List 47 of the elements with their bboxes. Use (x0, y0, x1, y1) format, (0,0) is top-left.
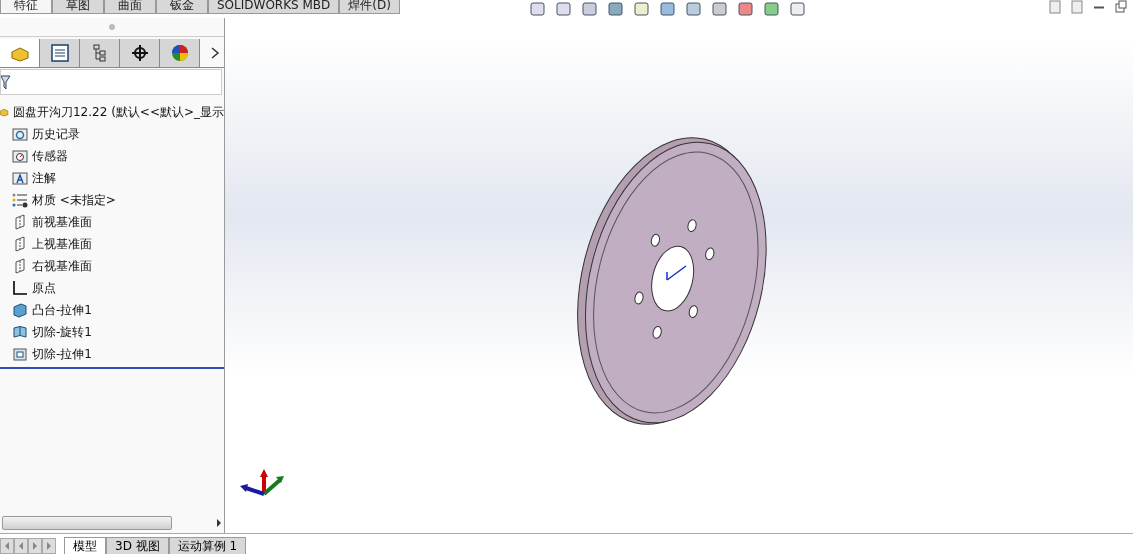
plane-icon (12, 214, 28, 230)
tree-item[interactable]: 凸台-拉伸1 (0, 299, 224, 321)
tree-item[interactable]: 右视基准面 (0, 255, 224, 277)
minimize-icon (1093, 5, 1105, 9)
tree-item[interactable]: 切除-拉伸1 (0, 343, 224, 365)
filter-icon (1, 74, 11, 90)
command-tab[interactable]: 焊件(D) (339, 0, 400, 14)
tree-item[interactable]: 历史记录 (0, 123, 224, 145)
tree-item[interactable]: 注解 (0, 167, 224, 189)
tree-item[interactable]: 原点 (0, 277, 224, 299)
revolve-cut-icon (12, 324, 28, 340)
panel-tab[interactable] (40, 39, 80, 67)
tile-right-icon (1071, 0, 1083, 14)
model-tab[interactable]: 运动算例 1 (168, 537, 247, 554)
panel-tab[interactable] (120, 39, 160, 67)
history-folder-icon (12, 126, 28, 142)
plane-icon (12, 258, 28, 274)
tree-item[interactable]: 传感器 (0, 145, 224, 167)
origin-icon (12, 280, 28, 296)
tree-root[interactable]: 圆盘开沟刀12.22 (默认<<默认>_显示 (0, 101, 224, 123)
tree-item[interactable]: 材质 <未指定> (0, 189, 224, 211)
tree-item[interactable]: 上视基准面 (0, 233, 224, 255)
tile-left-icon (1049, 0, 1061, 14)
command-tab[interactable]: SOLIDWORKS MBD (208, 0, 340, 14)
command-tab[interactable]: 钣金 (156, 0, 208, 14)
tree-item[interactable]: 切除-旋转1 (0, 321, 224, 343)
sensor-folder-icon (12, 148, 28, 164)
tree-item[interactable]: 前视基准面 (0, 211, 224, 233)
color-ball-icon (170, 44, 189, 62)
property-list-icon (50, 44, 69, 62)
plane-icon (12, 236, 28, 252)
extrude-cut-icon (12, 346, 28, 362)
model-tab[interactable]: 3D 视图 (106, 537, 169, 554)
scroll-right-icon (216, 519, 222, 527)
crosshair-icon (130, 44, 149, 62)
scrollbar-thumb[interactable] (2, 516, 172, 530)
model-tab[interactable]: 模型 (64, 537, 106, 554)
boss-extrude-icon (12, 302, 28, 318)
configuration-tree-icon (91, 44, 108, 62)
splitter-handle[interactable] (109, 24, 115, 30)
annotation-folder-icon (12, 170, 28, 186)
command-tab[interactable]: 草图 (52, 0, 104, 14)
command-tab[interactable]: 曲面 (104, 0, 156, 14)
filter-field[interactable] (0, 69, 222, 95)
command-tab[interactable]: 特征 (0, 0, 52, 14)
chevron-right-icon (210, 46, 220, 60)
material-list-icon (12, 192, 28, 208)
